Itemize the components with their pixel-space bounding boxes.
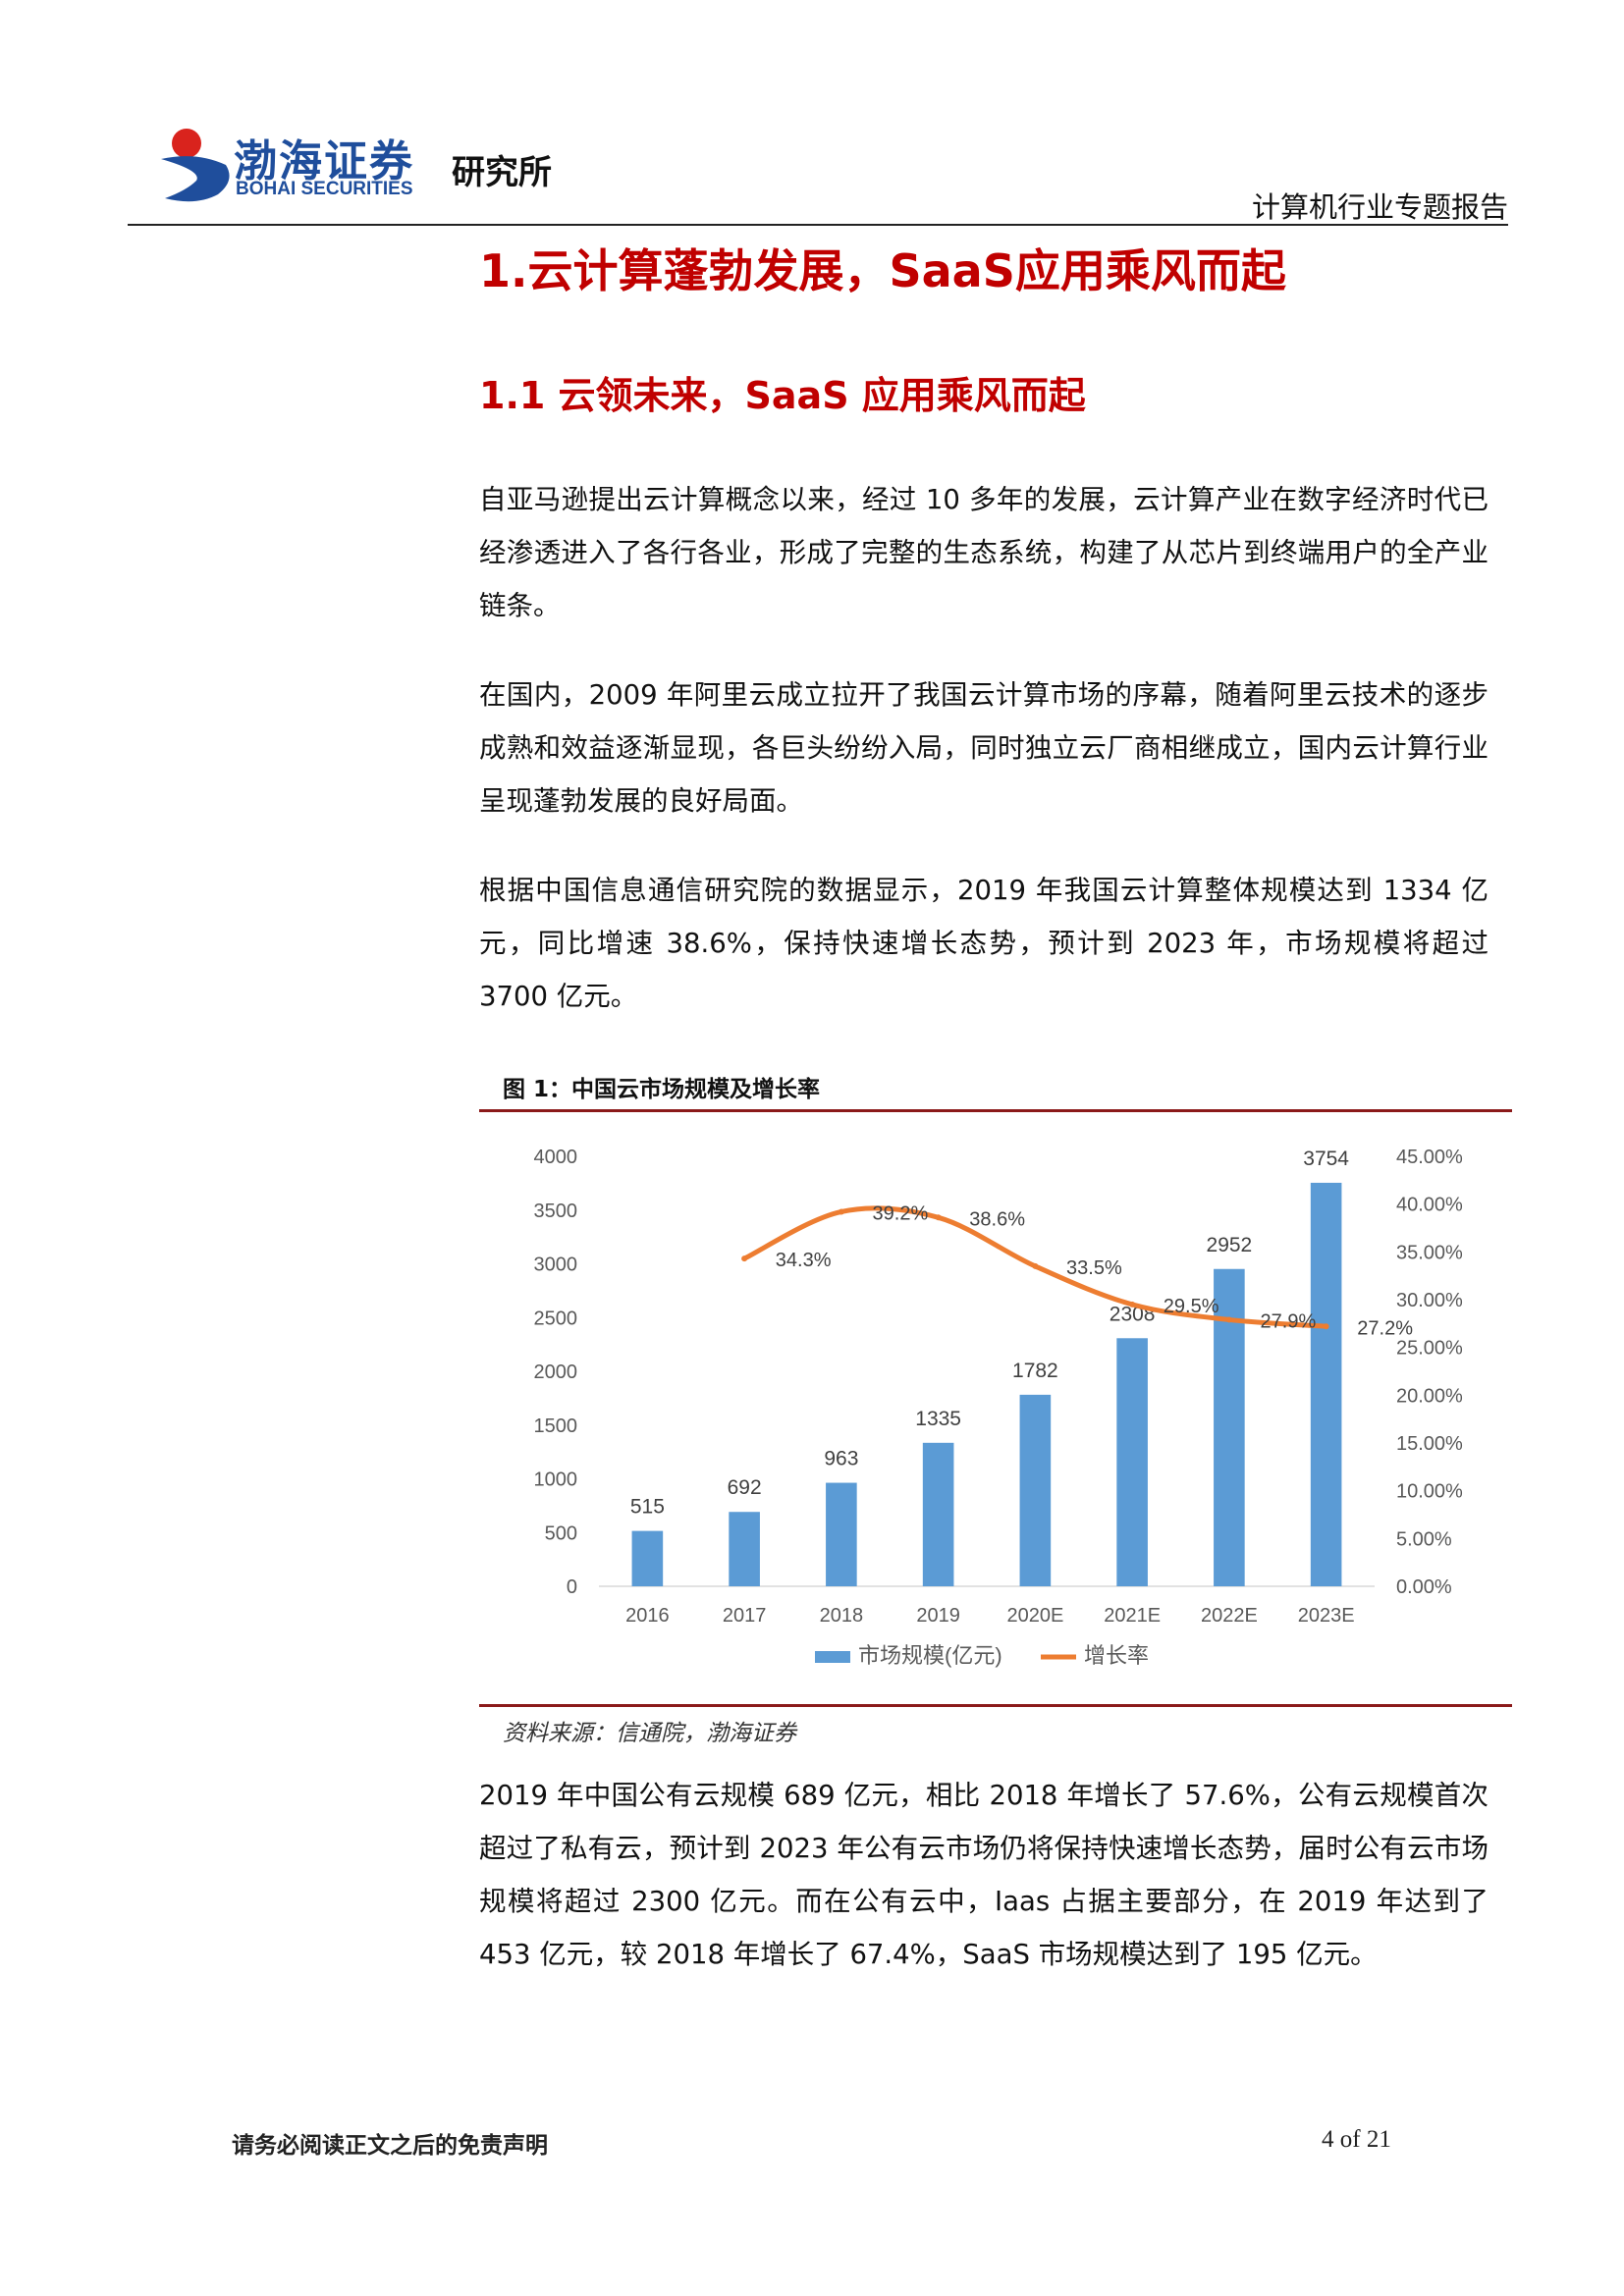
body-paragraph: 在国内，2009 年阿里云成立拉开了我国云计算市场的序幕，随着阿里云技术的逐步成…	[479, 679, 1489, 817]
legend-bar-label: 市场规模(亿元)	[858, 1643, 1002, 1668]
company-logo: 渤海证券 BOHAI SECURITIES	[157, 126, 432, 204]
x-tick-label: 2023E	[1298, 1605, 1355, 1627]
growth-rate-point	[1323, 1323, 1329, 1330]
figure-title: 图 1：中国云市场规模及增长率	[503, 1077, 821, 1102]
y-right-tick-label: 35.00%	[1396, 1242, 1463, 1263]
y-left-tick-label: 1500	[534, 1415, 578, 1437]
line-data-label: 38.6%	[969, 1208, 1025, 1230]
body-paragraph: 2019 年中国公有云规模 689 亿元，相比 2018 年增长了 57.6%，…	[479, 1780, 1489, 1970]
header-report-type: 计算机行业专题报告	[1251, 190, 1508, 224]
y-right-tick-label: 25.00%	[1396, 1338, 1463, 1360]
line-data-label: 34.3%	[776, 1250, 832, 1271]
y-right-tick-label: 0.00%	[1396, 1576, 1452, 1598]
y-left-tick-label: 4000	[534, 1147, 578, 1168]
figure-bottom-rule	[479, 1704, 1512, 1707]
line-data-label: 39.2%	[873, 1202, 929, 1224]
y-left-tick-label: 3500	[534, 1201, 578, 1222]
x-tick-label: 2020E	[1006, 1605, 1063, 1627]
y-left-tick-label: 2000	[534, 1362, 578, 1383]
line-data-label: 27.2%	[1357, 1317, 1413, 1339]
x-tick-label: 2022E	[1201, 1605, 1258, 1627]
y-left-tick-label: 2500	[534, 1308, 578, 1329]
bar-data-label: 2952	[1207, 1234, 1253, 1256]
bar	[1019, 1394, 1052, 1586]
bar-data-label: 963	[824, 1448, 858, 1470]
bar	[631, 1530, 664, 1586]
bar-data-label: 3754	[1303, 1148, 1349, 1170]
y-right-tick-label: 20.00%	[1396, 1385, 1463, 1407]
footer-disclaimer: 请务必阅读正文之后的免责声明	[232, 2132, 548, 2159]
bar-data-label: 515	[630, 1496, 665, 1519]
y-right-tick-label: 45.00%	[1396, 1147, 1463, 1168]
bar-data-label: 1782	[1012, 1360, 1058, 1382]
body-paragraph: 根据中国信息通信研究院的数据显示，2019 年我国云计算整体规模达到 1334 …	[479, 875, 1489, 1012]
bar	[826, 1482, 857, 1586]
logo-mark-icon	[161, 129, 230, 202]
growth-rate-point	[1129, 1301, 1136, 1308]
x-tick-label: 2017	[723, 1605, 767, 1627]
growth-rate-point	[838, 1208, 844, 1215]
legend-line-label: 增长率	[1084, 1643, 1149, 1668]
figure-top-rule	[479, 1109, 1512, 1112]
bar	[729, 1512, 760, 1586]
line-data-label: 27.9%	[1261, 1310, 1317, 1332]
y-right-tick-label: 5.00%	[1396, 1528, 1452, 1550]
y-left-tick-label: 500	[545, 1522, 577, 1544]
body-paragraph: 自亚马逊提出云计算概念以来，经过 10 多年的发展，云计算产业在数字经济时代已经…	[479, 484, 1489, 621]
logo-english-name: BOHAI SECURITIES	[236, 179, 413, 199]
market-size-chart: 0 500 1000 1500 2000 2500 3000 3500 4000 0.00% 5.0…	[534, 1147, 1464, 1668]
bar	[922, 1442, 954, 1586]
header-department: 研究所	[452, 153, 552, 192]
line-data-label: 33.5%	[1066, 1257, 1122, 1279]
page-number: 4 of 21	[1322, 2126, 1391, 2153]
bar	[1116, 1338, 1148, 1586]
y-right-tick-label: 10.00%	[1396, 1481, 1463, 1503]
header-divider	[128, 224, 1508, 226]
x-tick-label: 2021E	[1104, 1605, 1161, 1627]
y-right-tick-label: 30.00%	[1396, 1290, 1463, 1311]
figure-source: 资料来源：信通院，渤海证券	[503, 1721, 796, 1746]
y-left-tick-label: 1000	[534, 1469, 578, 1491]
legend-bar-swatch	[815, 1651, 850, 1663]
line-data-label: 29.5%	[1164, 1296, 1219, 1317]
y-left-tick-label: 0	[567, 1576, 577, 1598]
y-right-tick-label: 15.00%	[1396, 1433, 1463, 1455]
growth-rate-point	[1225, 1316, 1232, 1323]
y-right-tick-label: 40.00%	[1396, 1195, 1463, 1216]
growth-rate-point	[935, 1214, 942, 1221]
x-tick-label: 2018	[820, 1605, 864, 1627]
y-left-tick-label: 3000	[534, 1255, 578, 1276]
growth-rate-point	[1032, 1262, 1039, 1269]
growth-rate-point	[741, 1255, 748, 1262]
bar-data-label: 1335	[915, 1408, 961, 1430]
subsection-heading: 1.1 云领未来，SaaS 应用乘风而起	[479, 374, 1086, 417]
x-tick-label: 2019	[916, 1605, 960, 1627]
x-tick-label: 2016	[625, 1605, 670, 1627]
bar-data-label: 692	[728, 1476, 762, 1499]
section-heading: 1.云计算蓬勃发展，SaaS应用乘风而起	[479, 244, 1286, 297]
bar	[1310, 1182, 1342, 1586]
